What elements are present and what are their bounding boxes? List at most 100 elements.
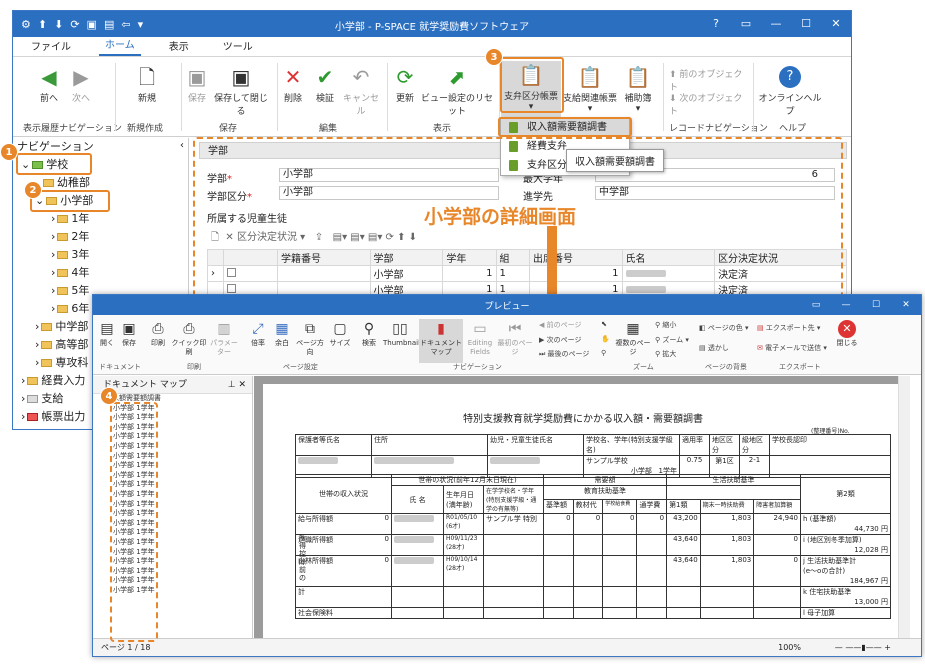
app-icon: ⚙ — [21, 17, 31, 31]
chevron-down-icon[interactable]: ▾ — [138, 18, 144, 31]
refresh-icon[interactable]: ⟳ — [70, 18, 79, 31]
x-icon: ✕ — [284, 65, 302, 89]
restore-icon[interactable]: ▭ — [731, 11, 761, 37]
restore-icon[interactable]: ▭ — [801, 295, 831, 315]
vertical-scrollbar[interactable] — [898, 376, 910, 639]
report-title: 特別支援教育就学奨励費にかかる収入額・需要額調書 — [463, 414, 703, 425]
folder-icon — [27, 377, 39, 385]
view-reset-button[interactable]: ⬈ ビュー設定のリセット — [421, 63, 493, 117]
watermark-button[interactable]: ▤ 透かし — [699, 343, 729, 353]
report-page: 特別支援教育就学奨励費にかかる収入額・需要額調書 (整理番号)No. 保護者等氏… — [263, 384, 903, 639]
pointer-icon[interactable]: ⬉ — [601, 320, 607, 328]
orientation-button[interactable]: ⧉ ページ方向 — [293, 319, 327, 357]
group-view: 表示 — [433, 124, 452, 134]
minimize-button[interactable]: — — [761, 11, 791, 37]
group-background: ページの背景 — [705, 363, 747, 371]
print-button[interactable]: ⎙ 印刷 — [147, 319, 169, 348]
editing-fields-button[interactable]: ▭ Editing Fields — [465, 319, 495, 357]
thumbnails-icon: ▯▯ — [392, 321, 408, 337]
tree-item-grade1[interactable]: › 1年 — [13, 210, 188, 228]
group-document: ドキュメント — [99, 363, 141, 371]
zoom-out-button[interactable]: ⚲ 縮小 — [655, 320, 676, 330]
online-help-button[interactable]: ? オンラインヘルプ — [757, 63, 823, 117]
size-button[interactable]: ▢ サイズ — [329, 319, 351, 348]
binoculars-icon: ⚲ — [363, 321, 375, 337]
folder-icon — [43, 179, 54, 187]
magnifier-icon[interactable]: ⚲ — [601, 349, 606, 357]
zoom-in-button[interactable]: ⚲ 拡大 — [655, 349, 676, 359]
page-color-button[interactable]: ◧ ページの色 ▾ — [699, 323, 748, 333]
maximize-button[interactable]: ☐ — [791, 11, 821, 37]
down-icon[interactable]: ⬇ — [54, 18, 63, 31]
new-button[interactable]: 🗋 新規 — [129, 63, 165, 104]
docmap-button[interactable]: ▮ ドキュメントマップ — [419, 319, 463, 363]
back-icon[interactable]: ⇦ — [121, 18, 130, 31]
ribbon: ◀ 前へ ▶ 次へ 表示履歴ナビゲーション 🗋 新規 新規作成 ▣ 保存 ▣ 保存して閉じ… — [13, 57, 851, 137]
save-button[interactable]: ▣ 保存 — [119, 319, 139, 348]
cancel-button[interactable]: ↶ キャンセル — [341, 63, 381, 117]
maximize-button[interactable]: ☐ — [861, 295, 891, 315]
group-new: 新規作成 — [127, 124, 164, 134]
tab-home[interactable]: ホーム — [99, 36, 141, 56]
badge-2: 2 — [24, 181, 42, 199]
refresh-button[interactable]: ⟳ 更新 — [391, 63, 419, 104]
folder-icon — [57, 233, 69, 241]
prev-button[interactable]: ◀ 前へ — [31, 63, 67, 104]
highlight-dropdown-item — [498, 117, 632, 137]
group-navigation: ナビゲーション — [453, 363, 502, 371]
hand-icon[interactable]: ✋ — [601, 335, 610, 343]
orientation-icon: ⧉ — [305, 321, 315, 337]
tree-item-grade2[interactable]: › 2年 — [13, 228, 188, 246]
up-icon[interactable]: ⬆ — [38, 18, 47, 31]
verify-button[interactable]: ✔ 検証 — [311, 63, 339, 104]
report-payment-button[interactable]: 📋 支給関連帳票 ▾ — [563, 63, 617, 114]
save-close-button[interactable]: ▣ 保存して閉じる — [211, 63, 271, 117]
zoom-button[interactable]: ⚲ ズーム ▾ — [655, 335, 689, 345]
prev-page-button[interactable]: ◀ 前のページ — [539, 320, 581, 330]
next-page-button[interactable]: ▶ 次のページ — [539, 335, 581, 345]
close-button[interactable]: ✕ — [891, 295, 921, 315]
save-icon[interactable]: ▣ — [87, 18, 97, 31]
editing-icon: ▭ — [473, 321, 487, 337]
last-page-button[interactable]: ⏭ 最後のページ — [539, 349, 589, 359]
tree-item-grade3[interactable]: › 3年 — [13, 246, 188, 264]
tree-item-grade4[interactable]: › 4年 — [13, 264, 188, 282]
prev-object-button[interactable]: ⬆ 前のオブジェクト — [669, 67, 749, 93]
params-button[interactable]: ▥ パラメーター — [207, 319, 241, 357]
email-button[interactable]: ✉ 電子メールで送信 ▾ — [757, 343, 827, 353]
report-aid-button[interactable]: 📋 補助簿 ▾ — [617, 63, 659, 114]
minimize-button[interactable]: — — [831, 295, 861, 315]
collapse-icon[interactable]: ‹ — [180, 140, 184, 151]
search-button[interactable]: ⚲ 検索 — [357, 319, 381, 348]
close-preview-button[interactable]: ✕ 閉じる — [833, 319, 861, 348]
thumbnails-button[interactable]: ▯▯ Thumbnails — [383, 319, 424, 348]
folder-icon — [57, 305, 69, 313]
group-export: エクスポート — [779, 363, 821, 371]
delete-button[interactable]: ✕ 削除 — [279, 63, 307, 104]
tab-view[interactable]: 表示 — [163, 38, 195, 56]
tab-tools[interactable]: ツール — [217, 38, 259, 56]
open-icon: ▤ — [100, 321, 114, 337]
folder-icon — [57, 215, 69, 223]
open-button[interactable]: ▤ 開く — [97, 319, 117, 348]
next-object-button[interactable]: ⬇ 次のオブジェクト — [669, 91, 749, 117]
tab-file[interactable]: ファイル — [25, 38, 77, 56]
help-icon[interactable]: ? — [701, 11, 731, 37]
save-button[interactable]: ▣ 保存 — [183, 63, 211, 104]
margin-button[interactable]: ▦ 余白 — [271, 319, 293, 348]
new-doc-icon: 🗋 — [138, 65, 156, 89]
first-page-button[interactable]: ⏮ 最初のページ — [497, 319, 533, 357]
docmap-icon: ▮ — [437, 321, 445, 337]
next-button[interactable]: ▶ 次へ — [63, 63, 99, 104]
list-icon — [27, 395, 39, 403]
callout-text: 小学部の詳細画面 — [424, 206, 577, 228]
save-close-icon: ▣ — [231, 65, 251, 89]
quick-access: ⚙ ⬆ ⬇ ⟳ ▣ ▤ ⇦ ▾ — [13, 18, 143, 31]
multi-page-button[interactable]: ▦ 複数のページ — [615, 319, 651, 357]
export-button[interactable]: ▤ エクスポート先 ▾ — [757, 323, 820, 333]
scale-button[interactable]: ⤢ 倍率 — [247, 319, 269, 348]
close-button[interactable]: ✕ — [821, 11, 851, 37]
save-close-icon[interactable]: ▤ — [104, 18, 114, 31]
quick-print-button[interactable]: ⎙ クイック印刷 — [171, 319, 207, 357]
zoom-slider[interactable]: — ——▮—— + — [835, 639, 891, 656]
